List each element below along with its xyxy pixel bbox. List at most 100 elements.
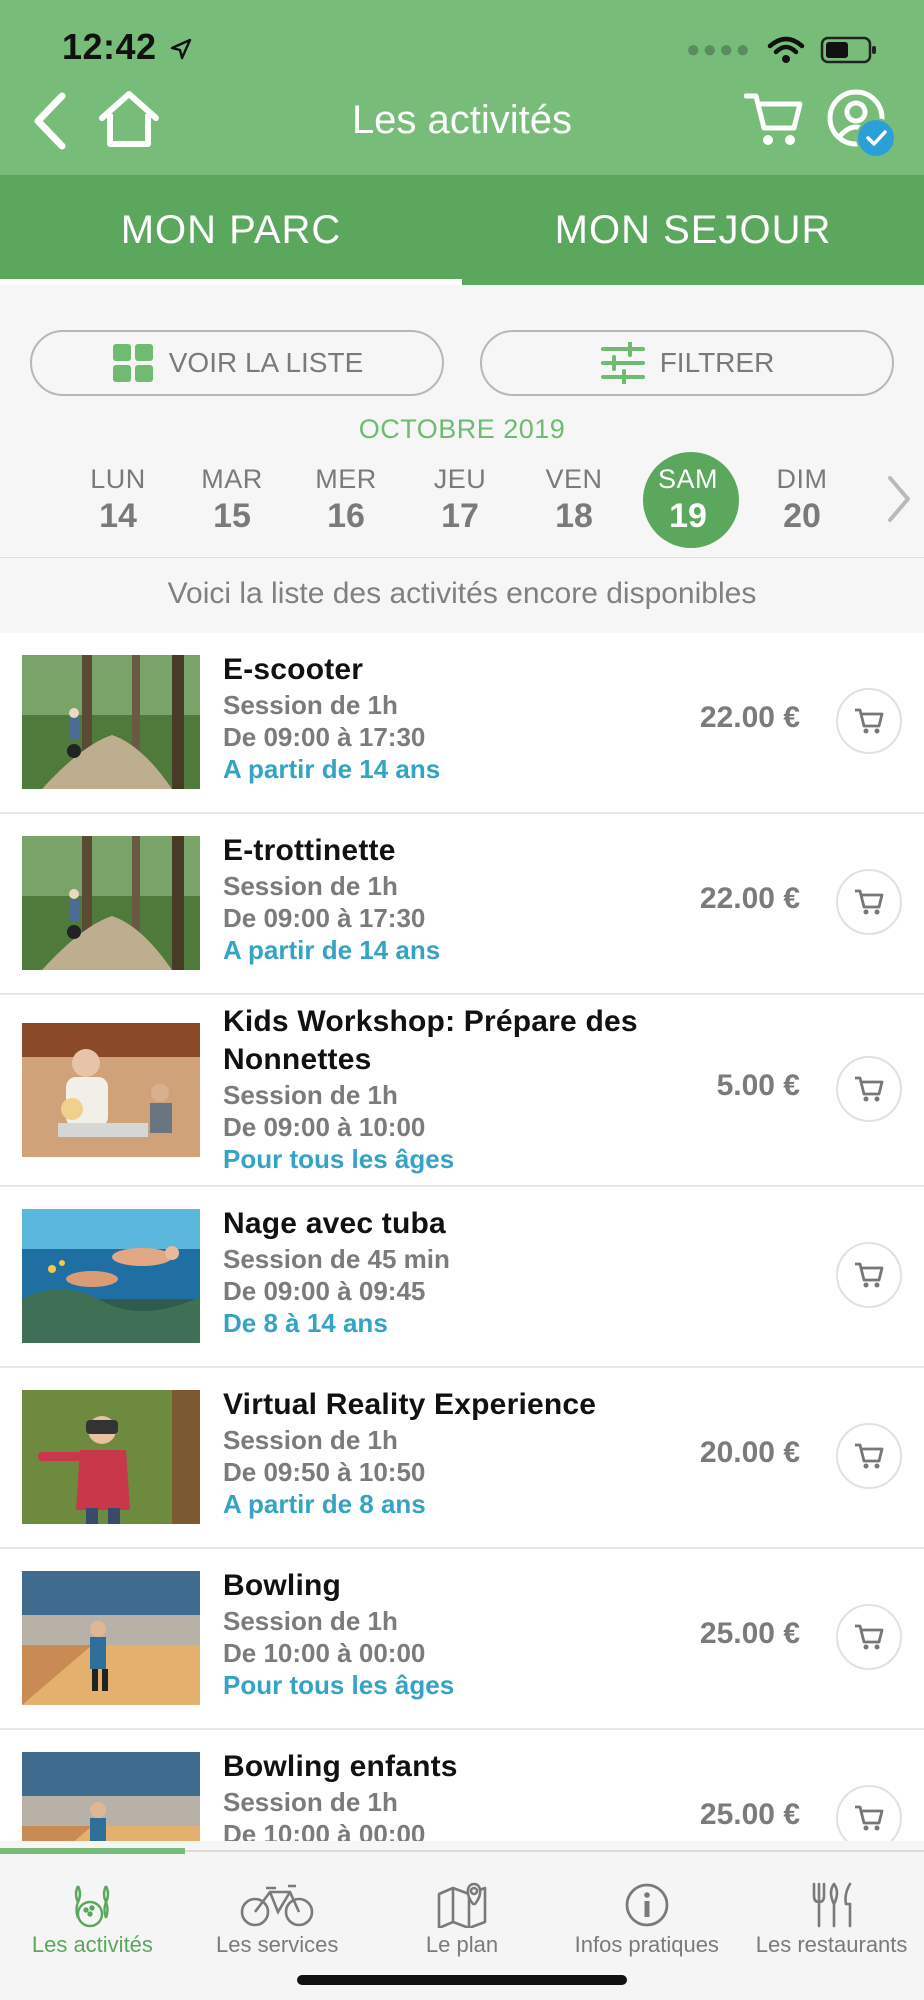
- day-20[interactable]: DIM 20: [745, 452, 859, 548]
- activity-session: Session de 45 min: [223, 1244, 450, 1274]
- chevron-right-icon[interactable]: [884, 474, 914, 524]
- bowling-icon: [75, 1885, 110, 1928]
- day-17[interactable]: JEU 17: [403, 452, 517, 548]
- list-item[interactable]: Kids Workshop: Prépare des Nonnettes Ses…: [0, 995, 924, 1187]
- activity-price: 20.00 €: [699, 1436, 800, 1469]
- battery-icon: [820, 36, 876, 64]
- verified-check-icon: [856, 118, 896, 158]
- app-header: 12:42 ●●●● Les activités: [0, 0, 924, 175]
- wifi-icon: [767, 36, 805, 63]
- info-icon: [625, 1883, 669, 1927]
- status-time: 12:42: [62, 26, 193, 68]
- home-indicator: [297, 1975, 627, 1985]
- activity-hours: De 10:00 à 00:00: [223, 1819, 426, 1841]
- location-arrow-icon: [170, 39, 192, 60]
- nav-activities[interactable]: Les activités: [0, 1852, 185, 1962]
- list-item[interactable]: Bowling Session de 1h De 10:00 à 00:00 P…: [0, 1549, 924, 1730]
- view-list-button[interactable]: VOIR LA LISTE: [30, 330, 444, 396]
- cart-icon: [855, 1805, 884, 1831]
- activity-hours: De 09:50 à 10:50: [223, 1457, 426, 1487]
- activity-session: Session de 1h: [223, 690, 398, 720]
- map-icon: [437, 1882, 487, 1928]
- activity-hours: De 09:00 à 17:30: [223, 722, 426, 752]
- activity-image-forest: [22, 655, 200, 789]
- add-to-cart-button[interactable]: [836, 1604, 902, 1670]
- activity-name: E-trottinette: [223, 834, 396, 867]
- availability-notice: Voici la liste des activités encore disp…: [167, 577, 757, 610]
- activity-session: Session de 1h: [223, 871, 398, 901]
- activity-hours: De 10:00 à 00:00: [223, 1638, 426, 1668]
- list-item[interactable]: E-scooter Session de 1h De 09:00 à 17:30…: [0, 633, 924, 814]
- calendar-month: OCTOBRE 2019: [358, 414, 566, 444]
- activity-name: Virtual Reality Experience: [223, 1388, 597, 1421]
- activity-image-bowling: [22, 1571, 200, 1705]
- nav-info[interactable]: Infos pratiques: [554, 1852, 739, 1962]
- cart-icon: [855, 708, 884, 734]
- grid-icon: [112, 344, 153, 382]
- activity-age: Pour tous les âges: [223, 1670, 455, 1700]
- activity-image-workshop: [22, 1023, 200, 1157]
- activity-name: E-scooter: [223, 653, 364, 686]
- tab-bar: MON PARC MON SEJOUR: [0, 175, 924, 285]
- activity-name: Kids Workshop: Prépare des Nonnettes: [223, 1005, 638, 1076]
- activity-list[interactable]: E-scooter Session de 1h De 09:00 à 17:30…: [0, 633, 924, 1841]
- add-to-cart-button[interactable]: [836, 1056, 902, 1122]
- nav-services[interactable]: Les services: [185, 1852, 370, 1962]
- cutlery-icon: [812, 1882, 851, 1928]
- signal-icon: ●●●●: [686, 36, 752, 63]
- activity-price: 25.00 €: [699, 1798, 800, 1831]
- list-controls: VOIR LA LISTE FILTRER: [30, 330, 894, 396]
- add-to-cart-button[interactable]: [836, 869, 902, 935]
- activity-name: Nage avec tuba: [223, 1207, 446, 1240]
- activity-session: Session de 1h: [223, 1425, 398, 1455]
- activity-age: De 8 à 14 ans: [223, 1308, 388, 1338]
- activity-image-bowling: [22, 1752, 200, 1841]
- add-to-cart-button[interactable]: [836, 1785, 902, 1841]
- day-18[interactable]: VEN 18: [517, 452, 631, 548]
- activity-image-forest: [22, 836, 200, 970]
- activity-age: A partir de 8 ans: [223, 1489, 426, 1519]
- tab-mon-parc[interactable]: MON PARC: [0, 175, 462, 285]
- cart-icon: [855, 1076, 884, 1102]
- activity-hours: De 09:00 à 10:00: [223, 1112, 426, 1142]
- activity-session: Session de 1h: [223, 1787, 398, 1817]
- list-item[interactable]: E-trottinette Session de 1h De 09:00 à 1…: [0, 814, 924, 995]
- day-selector: LUN 14 MAR 15 MER 16 JEU 17 VEN 18 SAM 19 DIM 2…: [61, 452, 861, 548]
- list-item[interactable]: Bowling enfants Session de 1h De 10:00 à…: [0, 1730, 924, 1841]
- activity-price: 5.00 €: [716, 1069, 800, 1102]
- day-19-selected[interactable]: SAM 19: [631, 452, 745, 548]
- add-to-cart-button[interactable]: [836, 1242, 902, 1308]
- sliders-icon: [600, 342, 645, 384]
- activity-age: A partir de 14 ans: [223, 754, 441, 784]
- day-14[interactable]: LUN 14: [61, 452, 175, 548]
- activity-session: Session de 1h: [223, 1606, 398, 1636]
- activity-image-vr: [22, 1390, 200, 1524]
- activity-price: 22.00 €: [699, 701, 800, 734]
- activity-name: Bowling enfants: [223, 1750, 458, 1783]
- activity-name: Bowling: [223, 1569, 342, 1602]
- list-item[interactable]: Virtual Reality Experience Session de 1h…: [0, 1368, 924, 1549]
- account-button[interactable]: [826, 88, 896, 158]
- day-15[interactable]: MAR 15: [175, 452, 289, 548]
- activity-age: A partir de 14 ans: [223, 935, 441, 965]
- activity-age: Pour tous les âges: [223, 1144, 455, 1174]
- activity-image-snorkel: [22, 1209, 200, 1343]
- day-16[interactable]: MER 16: [289, 452, 403, 548]
- tab-mon-sejour[interactable]: MON SEJOUR: [462, 175, 924, 285]
- cart-icon: [855, 1443, 884, 1469]
- list-item[interactable]: Nage avec tuba Session de 45 min De 09:0…: [0, 1187, 924, 1368]
- add-to-cart-button[interactable]: [836, 688, 902, 754]
- activity-hours: De 09:00 à 09:45: [223, 1276, 426, 1306]
- bicycle-icon: [240, 1884, 314, 1927]
- filter-button[interactable]: FILTRER: [480, 330, 894, 396]
- nav-restaurants[interactable]: Les restaurants: [739, 1852, 924, 1962]
- activity-price: 25.00 €: [699, 1617, 800, 1650]
- status-indicators: ●●●●: [686, 30, 878, 70]
- cart-icon[interactable]: [744, 90, 804, 148]
- activity-price: 22.00 €: [699, 882, 800, 915]
- activity-hours: De 09:00 à 17:30: [223, 903, 426, 933]
- add-to-cart-button[interactable]: [836, 1423, 902, 1489]
- cart-icon: [855, 1262, 884, 1288]
- cart-icon: [855, 1624, 884, 1650]
- nav-map[interactable]: Le plan: [370, 1852, 555, 1962]
